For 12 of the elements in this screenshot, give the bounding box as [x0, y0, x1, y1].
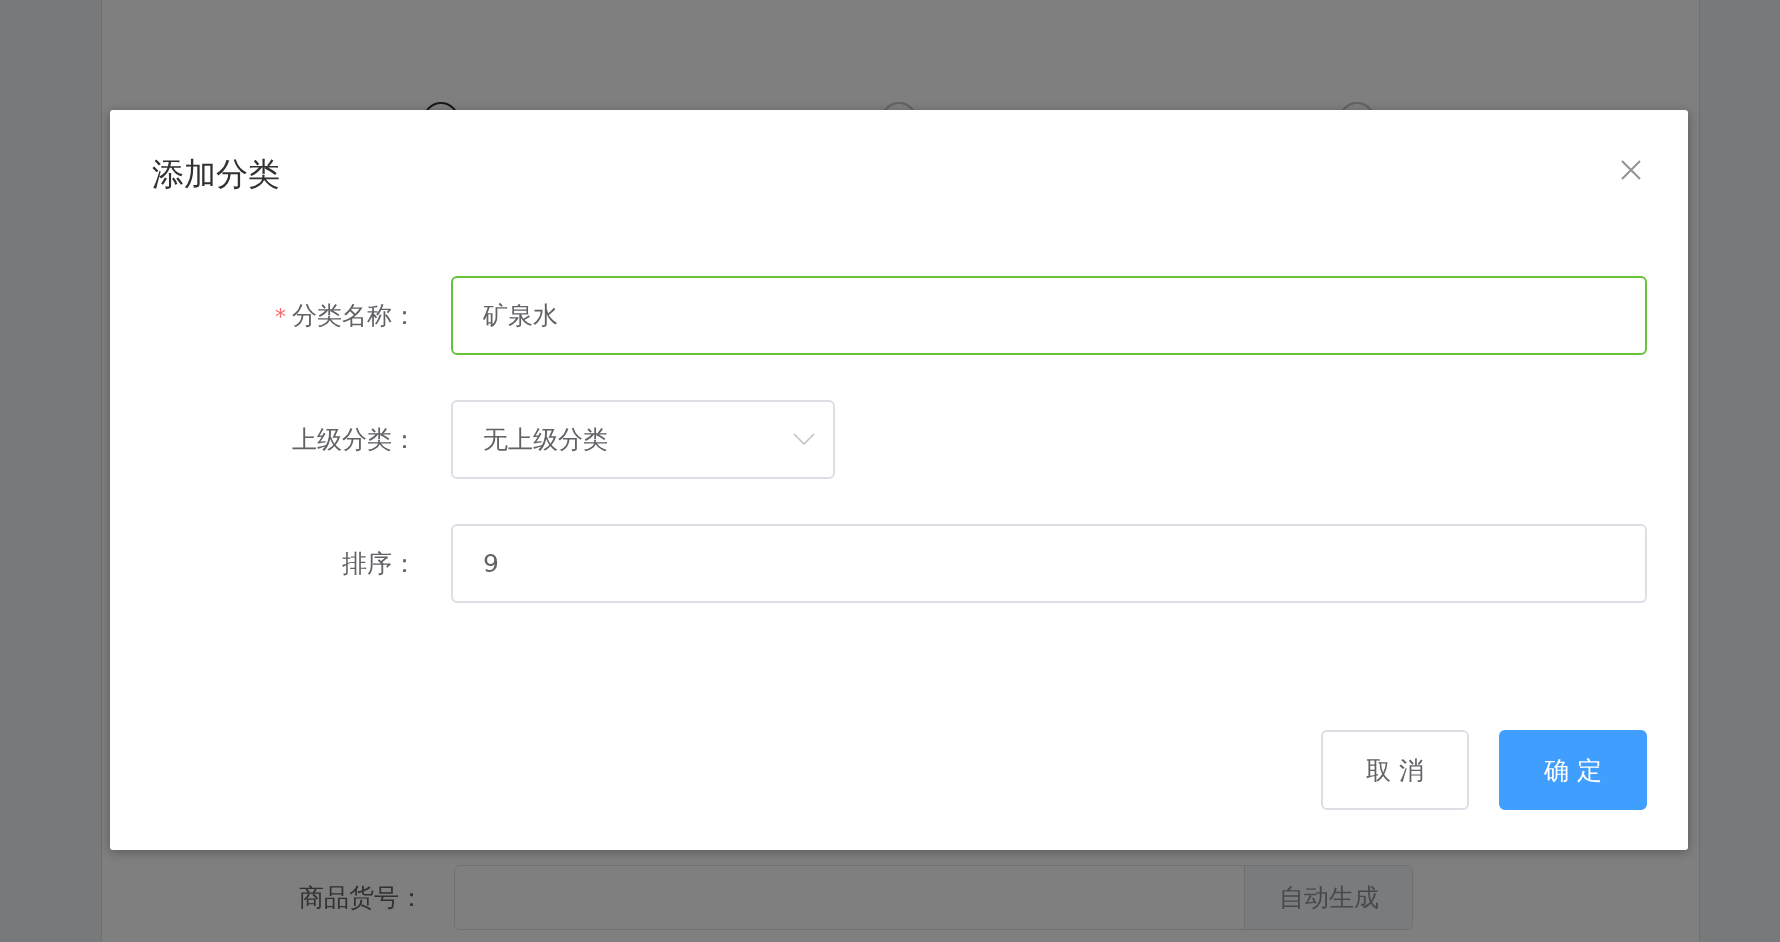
close-button[interactable]: [1619, 158, 1643, 182]
field-label: 排序：: [341, 547, 418, 580]
close-icon: [1619, 158, 1643, 182]
field-label: 上级分类：: [291, 423, 418, 456]
select-field[interactable]: 无上级分类: [451, 399, 835, 479]
form-label: 商品货号：: [298, 882, 425, 914]
cancel-button[interactable]: 取 消: [1321, 730, 1469, 810]
input-field[interactable]: 矿泉水: [451, 275, 1647, 355]
chevron-down-icon: [793, 433, 815, 446]
input-field[interactable]: 9: [451, 523, 1647, 603]
field-label: * 分类名称：: [274, 299, 418, 332]
dialog-title: 添加分类: [152, 154, 280, 195]
